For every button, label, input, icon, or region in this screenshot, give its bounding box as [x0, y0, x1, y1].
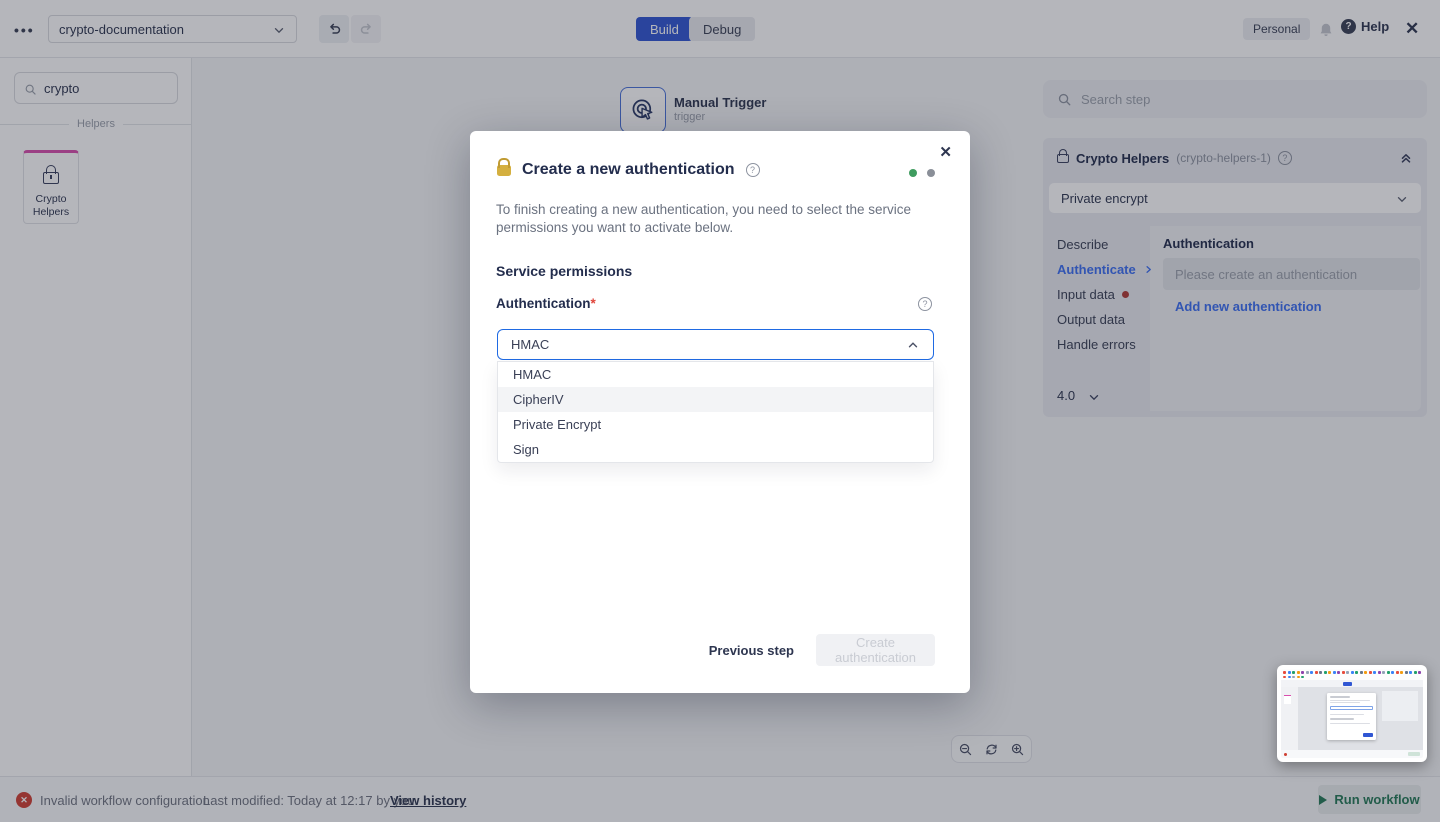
- preview-right-panel: [1382, 691, 1418, 721]
- option-cipheriv[interactable]: CipherIV: [498, 387, 933, 412]
- preview-run-button: [1408, 752, 1420, 756]
- field-help-icon[interactable]: ?: [918, 297, 932, 311]
- step-dot: [909, 169, 917, 177]
- preview-build-button: [1343, 682, 1352, 686]
- chevron-up-icon: [906, 337, 920, 353]
- option-sign[interactable]: Sign: [498, 437, 933, 462]
- authentication-options-list: HMACCipherIVPrivate EncryptSign: [497, 361, 934, 463]
- preview-statusbar: [1281, 750, 1423, 758]
- lock-icon: [497, 165, 511, 176]
- authentication-type-select[interactable]: HMAC: [497, 329, 934, 360]
- modal-footer: Previous step Create authentication: [709, 634, 935, 666]
- modal-header: Create a new authentication ?: [497, 161, 760, 179]
- required-marker: *: [591, 296, 596, 311]
- preview-modal: [1327, 693, 1376, 740]
- field-label-text: Authentication: [496, 296, 591, 311]
- preview-tile: [1284, 695, 1291, 704]
- modal-title: Create a new authentication: [522, 161, 735, 179]
- screen-preview-thumbnail: [1281, 669, 1423, 758]
- authentication-field-label: Authentication*: [496, 296, 596, 311]
- modal-description: To finish creating a new authentication,…: [496, 201, 941, 237]
- help-circle-icon[interactable]: ?: [746, 163, 760, 177]
- preview-error-dot: [1284, 753, 1287, 756]
- select-value: HMAC: [511, 337, 549, 352]
- step-dot: [927, 169, 935, 177]
- preview-bookmarks-strip: [1283, 671, 1421, 679]
- close-icon[interactable]: ✕: [939, 143, 952, 161]
- preview-topbar: [1281, 680, 1423, 687]
- app-window: ••• crypto-documentation Build Debug Per…: [0, 0, 1440, 822]
- step-indicator: [909, 169, 935, 177]
- service-permissions-heading: Service permissions: [496, 263, 632, 279]
- screen-share-preview[interactable]: [1277, 665, 1427, 762]
- create-authentication-modal: Create a new authentication ? ✕ To finis…: [470, 131, 970, 693]
- option-private-encrypt[interactable]: Private Encrypt: [498, 412, 933, 437]
- previous-step-button[interactable]: Previous step: [709, 643, 794, 658]
- create-authentication-button[interactable]: Create authentication: [816, 634, 935, 666]
- option-hmac[interactable]: HMAC: [498, 362, 933, 387]
